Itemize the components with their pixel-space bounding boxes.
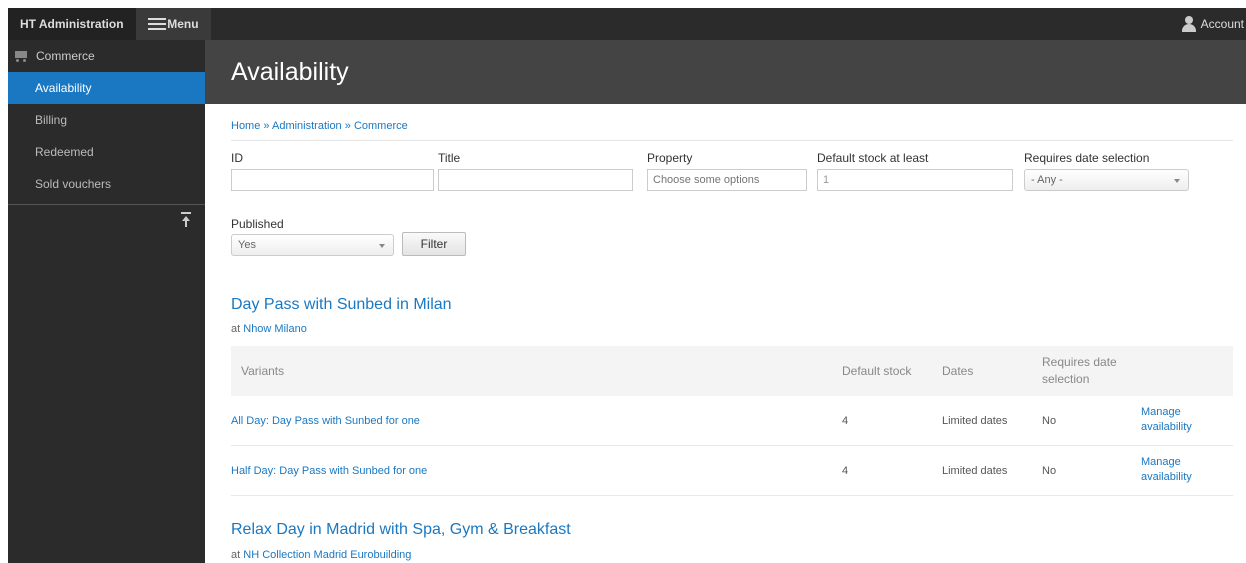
published-select[interactable]: Yes bbox=[231, 234, 394, 256]
menu-label: Menu bbox=[167, 17, 199, 31]
table-header: Variants Default stock Dates Requires da… bbox=[231, 346, 1233, 396]
manage-availability-line1: Manage bbox=[1141, 406, 1181, 418]
requires-date-value: No bbox=[1042, 415, 1057, 427]
col-variants: Variants bbox=[241, 364, 285, 378]
sidebar-section-label: Commerce bbox=[36, 49, 95, 63]
table-row: Half Day: Day Pass with Sunbed for one 4… bbox=[231, 446, 1233, 496]
product-title[interactable]: Relax Day in Madrid with Spa, Gym & Brea… bbox=[231, 521, 571, 539]
default-stock-value: 4 bbox=[842, 415, 849, 427]
variant-link[interactable]: All Day: Day Pass with Sunbed for one bbox=[231, 415, 420, 427]
default-stock-value: 4 bbox=[842, 465, 849, 477]
toolbar-brand[interactable]: HT Administration bbox=[8, 8, 136, 40]
sidebar-item-billing[interactable]: Billing bbox=[8, 104, 205, 136]
sidebar-item-redeemed[interactable]: Redeemed bbox=[8, 136, 205, 168]
breadcrumb-separator: » bbox=[263, 120, 270, 132]
manage-availability-line2: availability bbox=[1141, 421, 1192, 433]
col-requires-date-line1: Requires date bbox=[1042, 355, 1117, 369]
at-prefix: at bbox=[231, 549, 241, 561]
date-selection-label: Requires date selection bbox=[1024, 151, 1150, 165]
chevron-down-icon bbox=[1174, 179, 1180, 183]
title-input[interactable] bbox=[438, 169, 633, 191]
published-label: Published bbox=[231, 217, 284, 231]
dates-value: Limited dates bbox=[942, 465, 1008, 477]
breadcrumb: Home » Administration » Commerce bbox=[231, 120, 1233, 141]
account-label: Account bbox=[1200, 17, 1244, 31]
sidebar-item-sold-vouchers[interactable]: Sold vouchers bbox=[8, 168, 205, 200]
filter-button[interactable]: Filter bbox=[402, 232, 466, 256]
pin-to-top-icon[interactable] bbox=[181, 212, 191, 228]
breadcrumb-separator: » bbox=[344, 120, 351, 132]
requires-date-value: No bbox=[1042, 465, 1057, 477]
user-icon bbox=[1181, 16, 1197, 32]
product-title[interactable]: Day Pass with Sunbed in Milan bbox=[231, 296, 452, 314]
date-selection-select[interactable]: - Any - bbox=[1024, 169, 1189, 191]
table-row: All Day: Day Pass with Sunbed for one 4 … bbox=[231, 396, 1233, 446]
manage-availability-line1: Manage bbox=[1141, 456, 1181, 468]
property-label: Property bbox=[647, 151, 693, 165]
account-button[interactable]: Account bbox=[1181, 16, 1246, 32]
sidebar-divider bbox=[8, 204, 205, 234]
date-selection-value: - Any - bbox=[1031, 174, 1063, 186]
page-header: Availability bbox=[205, 40, 1246, 104]
product-venue-line: at NH Collection Madrid Eurobuilding bbox=[231, 549, 411, 561]
col-requires-date-line2: selection bbox=[1042, 372, 1090, 386]
manage-availability-link[interactable]: Manage availability bbox=[1141, 406, 1192, 433]
sidebar-section-commerce[interactable]: Commerce bbox=[8, 40, 205, 72]
main-content: Home » Administration » Commerce ID Titl… bbox=[205, 104, 1246, 563]
variant-link[interactable]: Half Day: Day Pass with Sunbed for one bbox=[231, 465, 427, 477]
admin-toolbar: HT Administration Menu Account bbox=[8, 8, 1246, 40]
venue-link[interactable]: Nhow Milano bbox=[243, 323, 307, 335]
title-label: Title bbox=[438, 151, 461, 165]
sidebar-item-availability[interactable]: Availability bbox=[8, 72, 205, 104]
manage-availability-link[interactable]: Manage availability bbox=[1141, 456, 1192, 483]
product-venue-line: at Nhow Milano bbox=[231, 323, 307, 335]
id-input[interactable] bbox=[231, 169, 434, 191]
filter-form: ID Title Property Default stock at least… bbox=[231, 141, 1233, 241]
breadcrumb-administration[interactable]: Administration bbox=[272, 120, 342, 132]
sidebar: Commerce Availability Billing Redeemed S… bbox=[8, 40, 205, 563]
breadcrumb-home[interactable]: Home bbox=[231, 120, 260, 132]
dates-value: Limited dates bbox=[942, 415, 1008, 427]
col-dates: Dates bbox=[942, 364, 974, 378]
at-prefix: at bbox=[231, 323, 241, 335]
cart-icon bbox=[12, 49, 30, 63]
page-title: Availability bbox=[231, 57, 349, 86]
col-default-stock: Default stock bbox=[842, 364, 912, 378]
venue-link[interactable]: NH Collection Madrid Eurobuilding bbox=[243, 549, 411, 561]
stock-input[interactable] bbox=[817, 169, 1013, 191]
hamburger-icon bbox=[147, 17, 166, 31]
menu-toggle-button[interactable]: Menu bbox=[135, 8, 211, 40]
chevron-down-icon bbox=[379, 244, 385, 248]
id-label: ID bbox=[231, 151, 243, 165]
stock-label: Default stock at least bbox=[817, 151, 929, 165]
published-value: Yes bbox=[238, 239, 256, 251]
property-input[interactable] bbox=[647, 169, 807, 191]
manage-availability-line2: availability bbox=[1141, 471, 1192, 483]
variants-table: Variants Default stock Dates Requires da… bbox=[231, 346, 1233, 496]
breadcrumb-commerce[interactable]: Commerce bbox=[354, 120, 408, 132]
